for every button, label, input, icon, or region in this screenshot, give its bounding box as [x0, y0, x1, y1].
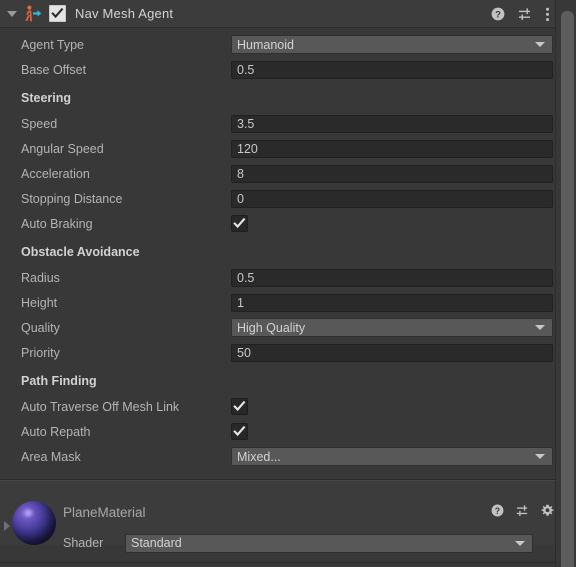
- field-label: Speed: [21, 116, 58, 131]
- field-row-height: Height 1: [0, 290, 576, 315]
- field-row-auto-traverse-off-mesh-link: Auto Traverse Off Mesh Link: [0, 394, 576, 419]
- input-value: 0.5: [237, 62, 255, 77]
- field-row-angular-speed: Angular Speed 120: [0, 136, 576, 161]
- field-row-base-offset: Base Offset 0.5: [0, 57, 576, 82]
- nav-mesh-agent-body: Agent Type Humanoid Base Offset 0.5 Stee…: [0, 28, 576, 480]
- field-label: Height: [21, 295, 58, 310]
- chevron-down-icon: [535, 325, 545, 330]
- chevron-down-icon: [515, 540, 525, 546]
- field-row-auto-repath: Auto Repath: [0, 419, 576, 444]
- field-label: Area Mask: [21, 449, 81, 464]
- auto-repath-checkbox[interactable]: [231, 423, 248, 440]
- field-row-stopping-distance: Stopping Distance 0: [0, 186, 576, 211]
- material-header-actions: ?: [491, 504, 554, 517]
- chevron-right-icon: [4, 521, 10, 531]
- gear-icon[interactable]: [541, 504, 554, 517]
- help-icon[interactable]: ?: [491, 504, 504, 517]
- material-name: PlaneMaterial: [63, 505, 146, 520]
- material-sphere-highlight: [22, 508, 35, 518]
- radius-input[interactable]: 0.5: [231, 268, 553, 287]
- unity-inspector-panel: Nav Mesh Agent ? Agent Type Humanoid Bas…: [0, 0, 576, 567]
- field-label: Base Offset: [21, 62, 87, 77]
- input-value: 0: [237, 191, 244, 206]
- base-offset-input[interactable]: 0.5: [231, 60, 553, 79]
- component-foldout-toggle[interactable]: [4, 0, 20, 28]
- input-value: 0.5: [237, 270, 255, 285]
- chevron-down-icon: [535, 454, 545, 459]
- component-enabled-checkbox[interactable]: [49, 5, 66, 22]
- dropdown-value: High Quality: [237, 320, 306, 335]
- speed-input[interactable]: 3.5: [231, 114, 553, 133]
- component-title: Nav Mesh Agent: [75, 6, 174, 21]
- nav-mesh-agent-header[interactable]: Nav Mesh Agent ?: [0, 0, 576, 28]
- field-label: Agent Type: [21, 37, 85, 52]
- field-label: Quality: [21, 320, 60, 335]
- nav-mesh-agent-icon: [22, 4, 42, 24]
- shader-label: Shader: [63, 536, 104, 550]
- dropdown-value: Humanoid: [237, 37, 294, 52]
- field-label: Angular Speed: [21, 141, 104, 156]
- acceleration-input[interactable]: 8: [231, 164, 553, 183]
- section-heading-obstacle-avoidance: Obstacle Avoidance: [21, 244, 140, 259]
- dropdown-value: Standard: [131, 536, 182, 550]
- input-value: 120: [237, 141, 258, 156]
- field-label: Stopping Distance: [21, 191, 123, 206]
- height-input[interactable]: 1: [231, 293, 553, 312]
- input-value: 1: [237, 295, 244, 310]
- shader-row: Shader Standard: [0, 532, 556, 554]
- preset-icon[interactable]: [518, 7, 532, 21]
- field-row-agent-type: Agent Type Humanoid: [0, 32, 576, 57]
- field-label: Auto Braking: [21, 216, 93, 231]
- angular-speed-input[interactable]: 120: [231, 139, 553, 158]
- field-row-acceleration: Acceleration 8: [0, 161, 576, 186]
- panel-divider: [0, 469, 576, 480]
- field-label: Radius: [21, 270, 60, 285]
- field-label: Priority: [21, 345, 60, 360]
- section-heading-path-finding: Path Finding: [21, 373, 97, 388]
- shader-dropdown[interactable]: Standard: [125, 533, 533, 553]
- svg-text:?: ?: [495, 506, 500, 516]
- help-icon[interactable]: ?: [491, 7, 505, 21]
- preset-icon[interactable]: [516, 504, 529, 517]
- vertical-scrollbar-thumb[interactable]: [561, 11, 574, 567]
- field-label: Acceleration: [21, 166, 90, 181]
- input-value: 50: [237, 345, 251, 360]
- priority-input[interactable]: 50: [231, 343, 553, 362]
- auto-braking-checkbox[interactable]: [231, 215, 248, 232]
- dropdown-value: Mixed...: [237, 449, 281, 464]
- auto-traverse-off-mesh-link-checkbox[interactable]: [231, 398, 248, 415]
- svg-text:?: ?: [495, 10, 501, 21]
- field-label: Auto Repath: [21, 424, 91, 439]
- stopping-distance-input[interactable]: 0: [231, 189, 553, 208]
- input-value: 8: [237, 166, 244, 181]
- field-row-auto-braking: Auto Braking: [0, 211, 576, 236]
- quality-dropdown[interactable]: High Quality: [231, 318, 553, 337]
- vertical-scrollbar-track[interactable]: [555, 0, 576, 567]
- field-row-radius: Radius 0.5: [0, 265, 576, 290]
- agent-type-dropdown[interactable]: Humanoid: [231, 35, 553, 54]
- more-menu-icon[interactable]: [545, 7, 550, 22]
- chevron-down-icon: [535, 42, 545, 47]
- field-row-quality: Quality High Quality: [0, 315, 576, 340]
- component-header-actions: ?: [491, 0, 550, 28]
- field-row-priority: Priority 50: [0, 340, 576, 365]
- input-value: 3.5: [237, 116, 255, 131]
- chevron-down-icon: [7, 10, 17, 17]
- field-row-area-mask: Area Mask Mixed...: [0, 444, 576, 469]
- field-row-speed: Speed 3.5: [0, 111, 576, 136]
- section-heading-steering: Steering: [21, 90, 72, 105]
- area-mask-dropdown[interactable]: Mixed...: [231, 447, 553, 466]
- material-panel-bottom-divider: [0, 562, 556, 563]
- field-label: Auto Traverse Off Mesh Link: [21, 399, 180, 414]
